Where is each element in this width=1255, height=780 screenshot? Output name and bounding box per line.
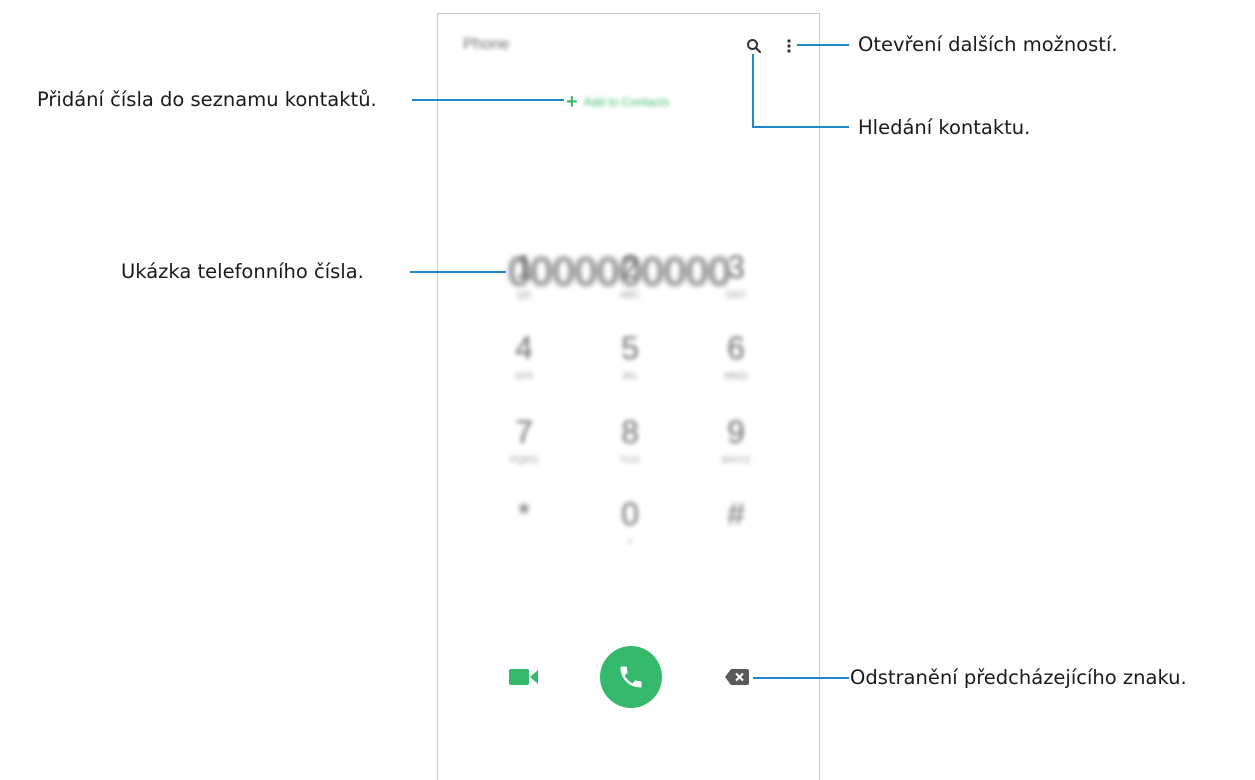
phone-screen: Phone + Add to Contacts 0000000000 1 QD 2 A… (437, 13, 820, 780)
phone-call-icon (620, 666, 642, 688)
key-letters: ABC (619, 290, 641, 301)
keypad-key[interactable]: 8 TUV (600, 414, 660, 468)
more-options-icon[interactable] (786, 38, 792, 54)
callout-delete: Odstranění předcházejícího znaku. (850, 666, 1187, 689)
key-digit: * (517, 496, 531, 532)
callout-add-number: Přidání čísla do seznamu kontaktů. (37, 88, 377, 111)
more-options-leader (797, 44, 849, 46)
keypad-key[interactable]: 1 QD (494, 249, 554, 303)
key-digit: 7 (515, 414, 533, 450)
add-number-leader (412, 99, 564, 101)
key-letters: QD (516, 290, 532, 301)
keypad-key[interactable]: 6 MNO (706, 330, 766, 384)
search-icon[interactable] (746, 38, 762, 54)
callout-number-preview: Ukázka telefonního čísla. (121, 260, 364, 283)
keypad-key[interactable]: 5 JKL (600, 330, 660, 384)
delete-leader (753, 677, 849, 679)
keypad-key[interactable]: 3 DEF (706, 249, 766, 303)
keypad-key[interactable]: 9 WXYZ (706, 414, 766, 468)
search-leader-vertical (752, 54, 754, 128)
key-letters: PQRS (509, 455, 539, 466)
keypad-key[interactable]: 0 + (600, 496, 660, 550)
search-leader-horizontal (752, 126, 849, 128)
key-letters: GHI (515, 371, 533, 382)
callout-more-options: Otevření dalších možností. (858, 33, 1118, 56)
key-letters: WXYZ (721, 455, 751, 466)
key-letters: + (627, 537, 633, 548)
number-preview-leader (410, 271, 506, 273)
key-digit: # (727, 496, 745, 532)
keypad-key[interactable]: * (494, 496, 554, 536)
add-to-contacts-label: Add to Contacts (583, 95, 670, 109)
key-digit: 2 (621, 249, 639, 285)
keypad-key[interactable]: # (706, 496, 766, 536)
key-letters: MNO (724, 371, 748, 382)
keypad-key[interactable]: 7 PQRS (494, 414, 554, 468)
key-digit: 4 (515, 330, 533, 366)
key-letters: TUV (620, 455, 640, 466)
keypad-key[interactable]: 4 GHI (494, 330, 554, 384)
key-digit: 3 (727, 249, 745, 285)
call-button[interactable] (600, 646, 662, 708)
key-digit: 8 (621, 414, 639, 450)
key-letters: JKL (621, 371, 639, 382)
video-call-icon[interactable] (509, 667, 539, 687)
plus-icon: + (566, 91, 578, 113)
add-to-contacts-button[interactable]: + Add to Contacts (566, 92, 669, 112)
key-digit: 9 (727, 414, 745, 450)
key-digit: 6 (727, 330, 745, 366)
keypad-key[interactable]: 2 ABC (600, 249, 660, 303)
key-letters: DEF (726, 290, 746, 301)
app-title: Phone (463, 36, 510, 53)
callout-search: Hledání kontaktu. (858, 116, 1031, 139)
key-digit: 0 (621, 496, 639, 532)
backspace-icon[interactable] (725, 669, 749, 685)
key-digit: 5 (621, 330, 639, 366)
key-digit: 1 (515, 249, 533, 285)
